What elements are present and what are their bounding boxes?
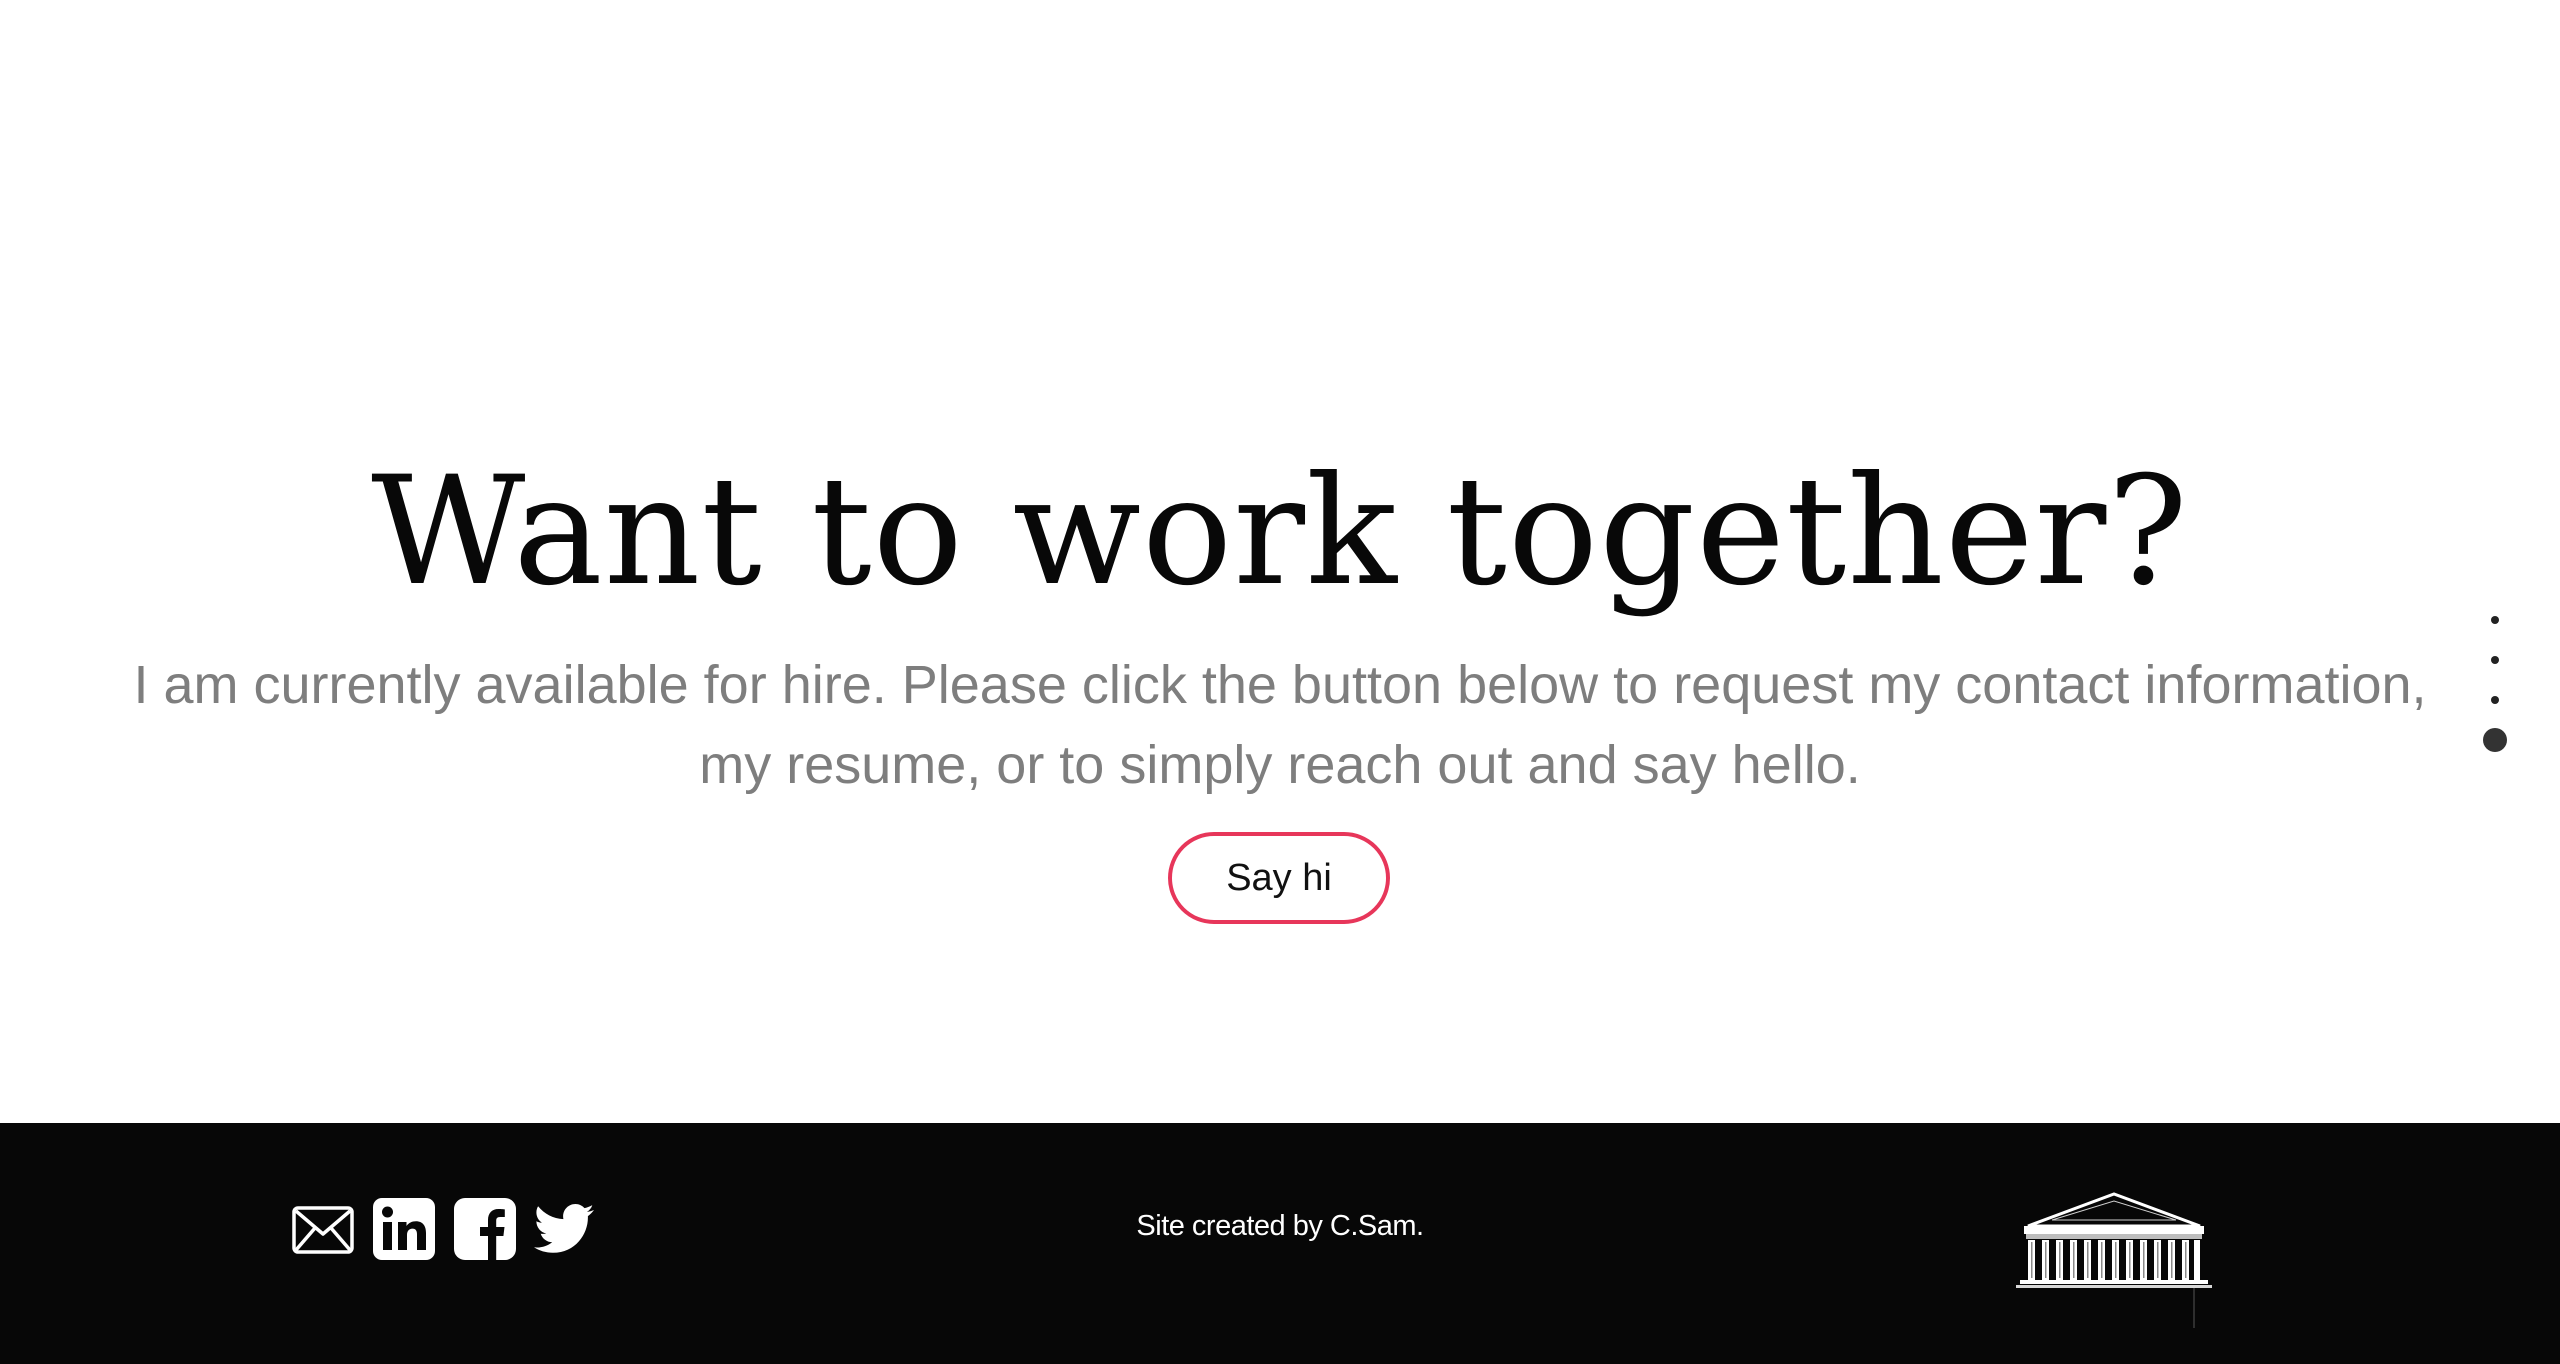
facebook-icon: [454, 1198, 516, 1260]
section-dot-1[interactable]: [2491, 616, 2499, 624]
linkedin-link[interactable]: [373, 1198, 435, 1265]
availability-line-1: I am currently available for hire. Pleas…: [133, 655, 2427, 715]
linkedin-icon: [373, 1198, 435, 1260]
section-dot-2[interactable]: [2491, 656, 2499, 664]
parthenon-logo: [2016, 1192, 2212, 1328]
mail-link[interactable]: [292, 1206, 354, 1259]
say-hi-button[interactable]: Say hi: [1168, 832, 1390, 924]
facebook-link[interactable]: [454, 1198, 516, 1265]
section-dot-4-active[interactable]: [2483, 728, 2507, 752]
twitter-icon: [534, 1204, 594, 1253]
twitter-link[interactable]: [534, 1204, 594, 1259]
section-dot-3[interactable]: [2491, 696, 2499, 704]
contact-section: Want to work together? I am currently av…: [0, 0, 2560, 1123]
mail-icon: [292, 1206, 354, 1254]
availability-text: I am currently available for hire. Pleas…: [20, 645, 2540, 805]
availability-line-2: my resume, or to simply reach out and sa…: [699, 735, 1861, 795]
section-nav-dots: [2480, 612, 2510, 762]
site-credit: Site created by C.Sam.: [1136, 1210, 1424, 1242]
page-title: Want to work together?: [371, 445, 2189, 619]
